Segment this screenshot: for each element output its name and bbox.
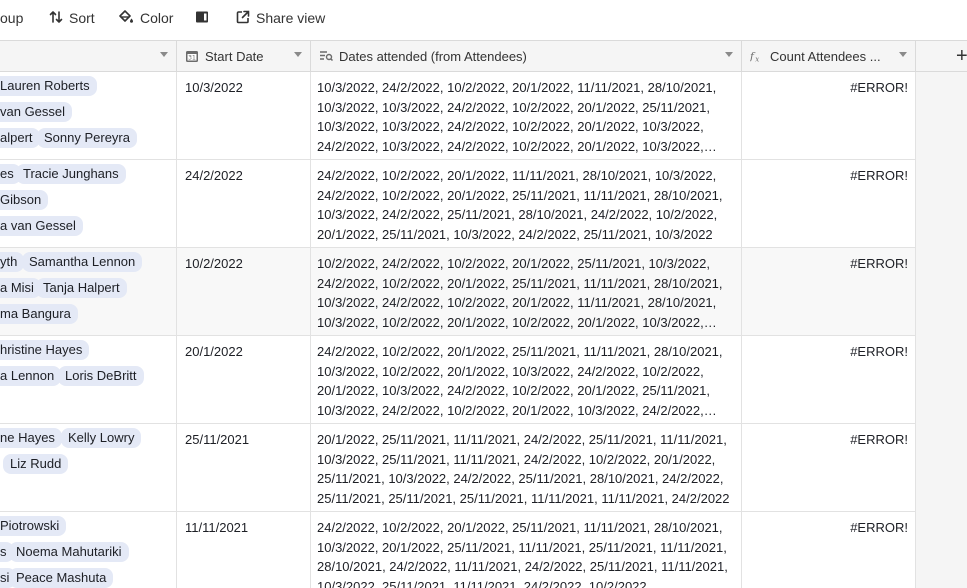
table-row[interactable]: hristine Hayes a Lennon Loris DeBritt 20… <box>0 336 916 424</box>
attendee-chip[interactable]: yth <box>0 252 25 272</box>
column-header-count-attendees[interactable]: fx Count Attendees ... <box>742 41 916 71</box>
attendee-chip[interactable]: Tanja Halpert <box>36 278 127 298</box>
attendees-cell[interactable]: ne Hayes Kelly Lowry Liz Rudd <box>0 424 177 511</box>
dates-attended-cell[interactable]: 24/2/2022, 10/2/2022, 20/1/2022, 11/11/2… <box>311 160 742 247</box>
external-link-icon <box>236 10 256 27</box>
attendee-chip[interactable]: hristine Hayes <box>0 340 90 360</box>
attendee-chip[interactable]: Peace Mashuta <box>9 568 114 588</box>
count-attendees-cell[interactable]: #ERROR! <box>742 160 916 247</box>
table-row[interactable]: es Tracie Junghans Gibson a van Gessel 2… <box>0 160 916 248</box>
column-header-dates-attended[interactable]: Dates attended (from Attendees) <box>311 41 742 71</box>
formula-icon: fx <box>750 49 764 64</box>
attendee-chip[interactable]: Piotrowski <box>0 516 67 536</box>
dates-attended-header-label: Dates attended (from Attendees) <box>339 48 527 64</box>
sort-button[interactable]: Sort <box>49 8 95 28</box>
table-row[interactable]: Lauren Roberts van Gessel alpert Sonny P… <box>0 72 916 160</box>
view-toolbar: oup Sort Color Share view <box>0 0 967 40</box>
count-attendees-header-label: Count Attendees ... <box>770 48 881 64</box>
attendee-chip[interactable]: ne Hayes <box>0 428 62 448</box>
attendee-chip[interactable]: Samantha Lennon <box>22 252 143 272</box>
count-attendees-cell[interactable]: #ERROR! <box>742 72 916 159</box>
sort-icon <box>49 10 69 27</box>
dates-attended-text: 10/2/2022, 24/2/2022, 10/2/2022, 20/1/20… <box>317 256 723 330</box>
table-row[interactable]: ne Hayes Kelly Lowry Liz Rudd 25/11/2021… <box>0 424 916 512</box>
start-date-cell[interactable]: 20/1/2022 <box>177 336 311 423</box>
attendees-cell[interactable]: Lauren Roberts van Gessel alpert Sonny P… <box>0 72 177 159</box>
attendee-chip[interactable]: alpert <box>0 128 40 148</box>
table-row[interactable]: yth Samantha Lennon a Misi Tanja Halpert… <box>0 248 916 336</box>
attendee-chip[interactable]: ma Bangura <box>0 304 78 324</box>
start-date-cell[interactable]: 10/3/2022 <box>177 72 311 159</box>
group-label: oup <box>0 10 24 26</box>
attendee-chip[interactable]: Lauren Roberts <box>0 76 97 96</box>
start-date-cell[interactable]: 11/11/2021 <box>177 512 311 588</box>
dates-attended-cell[interactable]: 10/3/2022, 24/2/2022, 10/2/2022, 20/1/20… <box>311 72 742 159</box>
count-attendees-cell[interactable]: #ERROR! <box>742 336 916 423</box>
attendees-cell[interactable]: Piotrowski s Noema Mahutariki si Peace M… <box>0 512 177 588</box>
count-attendees-cell[interactable]: #ERROR! <box>742 512 916 588</box>
attendee-chip[interactable]: Liz Rudd <box>3 454 69 474</box>
dates-attended-text: 24/2/2022, 10/2/2022, 20/1/2022, 25/11/2… <box>317 344 723 418</box>
group-button[interactable]: oup <box>0 8 23 28</box>
color-button[interactable]: Color <box>118 8 173 28</box>
attendee-chip[interactable]: Loris DeBritt <box>58 366 144 386</box>
column-header-start-date[interactable]: 31 Start Date <box>177 41 311 71</box>
attendee-chip[interactable]: Tracie Junghans <box>16 164 126 184</box>
chevron-down-icon[interactable] <box>294 52 302 57</box>
lookup-icon <box>319 49 333 63</box>
start-date-cell[interactable]: 24/2/2022 <box>177 160 311 247</box>
count-attendees-cell[interactable]: #ERROR! <box>742 424 916 511</box>
start-date-cell[interactable]: 10/2/2022 <box>177 248 311 335</box>
dates-attended-text: 24/2/2022, 10/2/2022, 20/1/2022, 11/11/2… <box>317 168 723 242</box>
attendee-chip[interactable]: a Lennon <box>0 366 62 386</box>
attendee-chip[interactable]: Noema Mahutariki <box>9 542 129 562</box>
attendee-chip[interactable]: Sonny Pereyra <box>37 128 137 148</box>
calendar-icon: 31 <box>185 49 199 63</box>
attendees-cell[interactable]: hristine Hayes a Lennon Loris DeBritt <box>0 336 177 423</box>
attendee-chip[interactable]: Gibson <box>0 190 49 210</box>
share-view-label: Share view <box>256 10 326 26</box>
share-view-button[interactable]: Share view <box>236 8 325 28</box>
plus-icon: + <box>956 44 967 67</box>
dates-attended-cell[interactable]: 24/2/2022, 10/2/2022, 20/1/2022, 25/11/2… <box>311 512 742 588</box>
sort-label: Sort <box>69 10 95 26</box>
dates-attended-text: 10/3/2022, 24/2/2022, 10/2/2022, 20/1/20… <box>317 80 717 154</box>
attendee-chip[interactable]: Kelly Lowry <box>61 428 142 448</box>
paint-bucket-icon <box>118 9 140 27</box>
dates-attended-text: 24/2/2022, 10/2/2022, 20/1/2022, 25/11/2… <box>317 520 728 588</box>
column-header-row: 31 Start Date Dates attended (from Atten… <box>0 40 916 72</box>
chevron-down-icon[interactable] <box>160 52 168 57</box>
add-field-button[interactable]: + <box>916 40 967 72</box>
start-date-header-label: Start Date <box>205 48 264 64</box>
svg-text:31: 31 <box>188 55 196 62</box>
row-height-button[interactable] <box>195 8 215 28</box>
start-date-cell[interactable]: 25/11/2021 <box>177 424 311 511</box>
attendees-cell[interactable]: es Tracie Junghans Gibson a van Gessel <box>0 160 177 247</box>
table-row[interactable]: Piotrowski s Noema Mahutariki si Peace M… <box>0 512 916 588</box>
attendee-chip[interactable]: van Gessel <box>0 102 73 122</box>
attendees-cell[interactable]: yth Samantha Lennon a Misi Tanja Halpert… <box>0 248 177 335</box>
dates-attended-cell[interactable]: 24/2/2022, 10/2/2022, 20/1/2022, 25/11/2… <box>311 336 742 423</box>
chevron-down-icon[interactable] <box>899 52 907 57</box>
column-header-attendees[interactable] <box>0 41 177 71</box>
dates-attended-cell[interactable]: 20/1/2022, 25/11/2021, 11/11/2021, 24/2/… <box>311 424 742 511</box>
attendee-chip[interactable]: a Misi <box>0 278 41 298</box>
grid-blank-area <box>916 72 967 588</box>
attendee-chip[interactable]: a van Gessel <box>0 216 83 236</box>
row-height-icon <box>195 10 215 27</box>
chevron-down-icon[interactable] <box>725 52 733 57</box>
svg-text:x: x <box>755 55 759 63</box>
color-label: Color <box>140 10 174 26</box>
dates-attended-text: 20/1/2022, 25/11/2021, 11/11/2021, 24/2/… <box>317 432 730 506</box>
records-grid: 31 Start Date Dates attended (from Atten… <box>0 40 967 588</box>
dates-attended-cell[interactable]: 10/2/2022, 24/2/2022, 10/2/2022, 20/1/20… <box>311 248 742 335</box>
count-attendees-cell[interactable]: #ERROR! <box>742 248 916 335</box>
